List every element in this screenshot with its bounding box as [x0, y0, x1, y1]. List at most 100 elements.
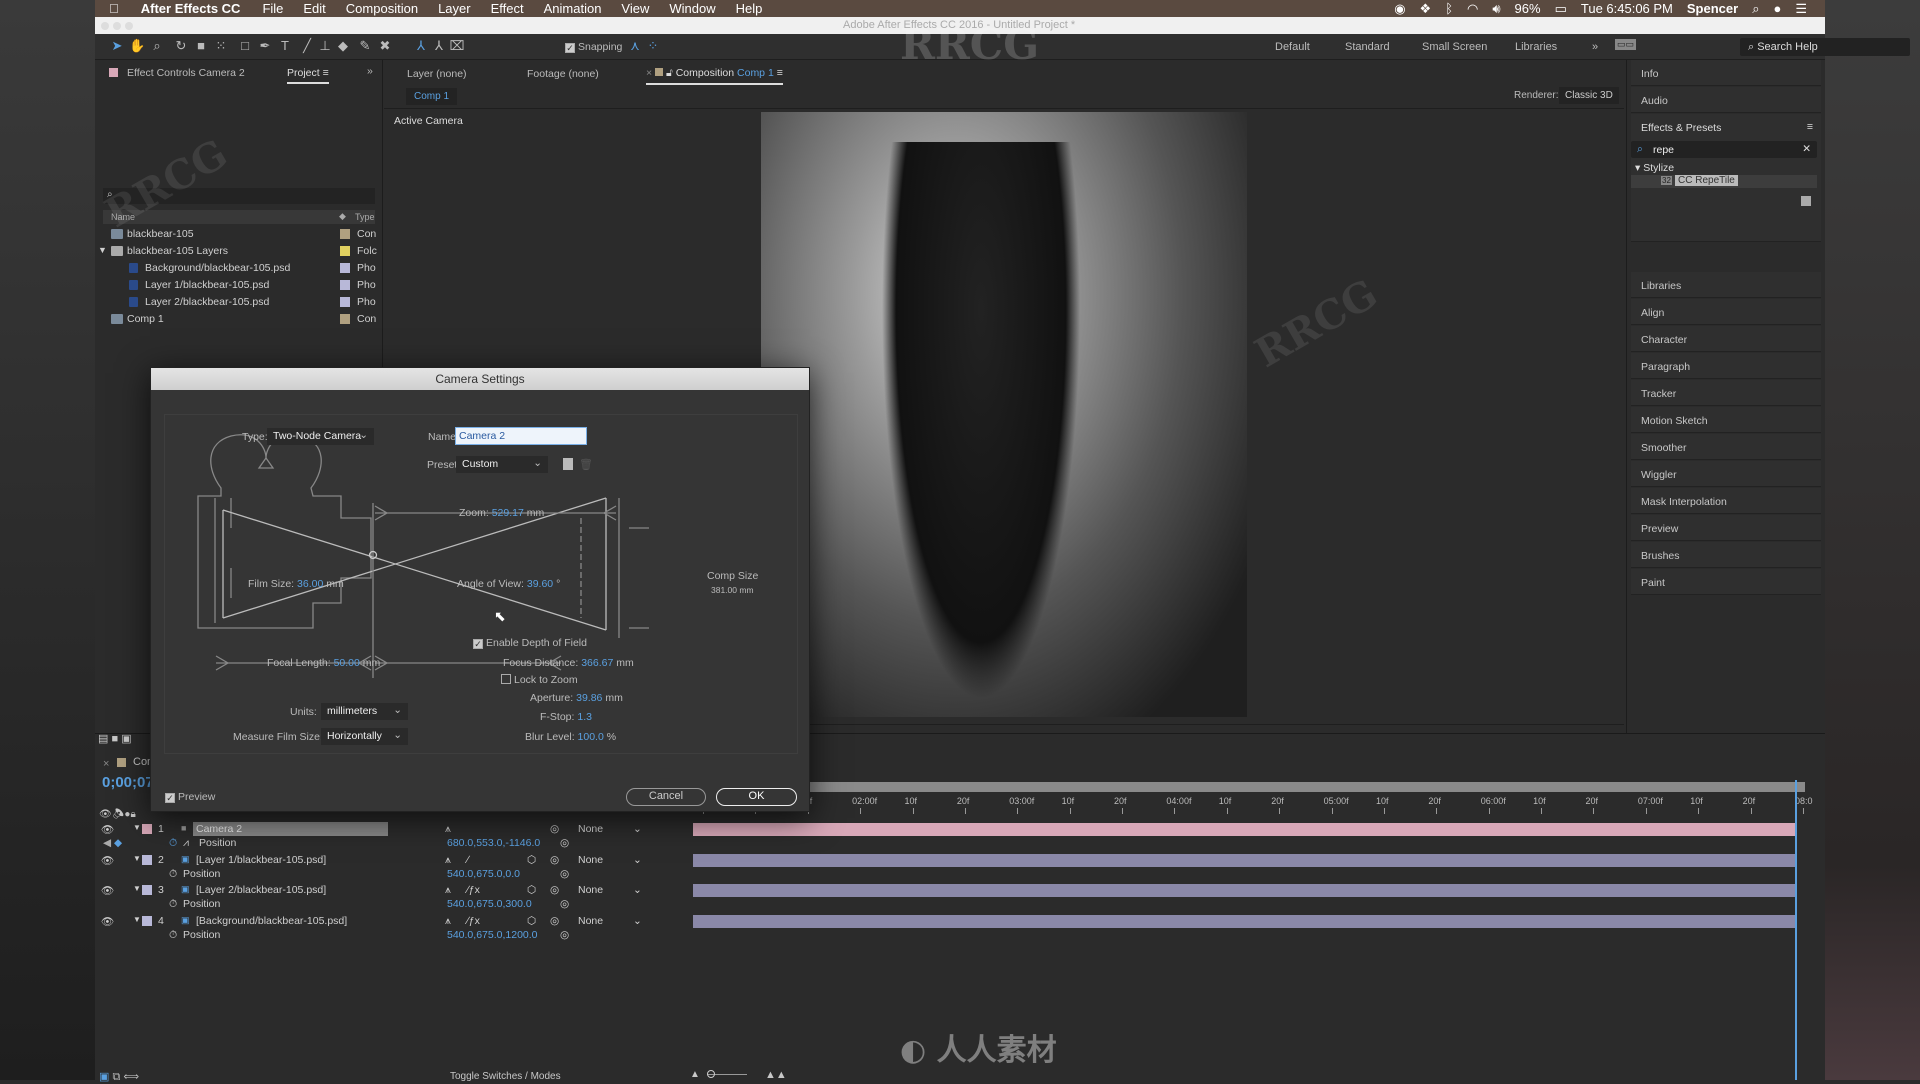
label-color[interactable]: [340, 246, 350, 256]
menu-edit[interactable]: Edit: [303, 1, 325, 16]
parent-select[interactable]: None ⌄: [578, 823, 642, 835]
pick-whip-icon[interactable]: ◎: [550, 823, 559, 835]
lock-to-zoom-checkbox[interactable]: [501, 674, 511, 684]
clear-search-icon[interactable]: ✕: [1802, 143, 1811, 155]
lock-to-zoom-toggle[interactable]: Lock to Zoom: [501, 674, 578, 686]
composition-viewer-image[interactable]: [761, 112, 1247, 717]
zoom-in-icon[interactable]: ▲▲: [765, 1069, 787, 1081]
3d-layer-icon[interactable]: ⬡: [527, 854, 536, 866]
close-timeline-tab-icon[interactable]: ×: [103, 758, 109, 770]
disclosure-triangle-icon[interactable]: ▼: [133, 915, 141, 924]
property-value[interactable]: 540.0,675.0,0.0: [447, 868, 520, 880]
project-item[interactable]: Layer 2/blackbear-105.psd Pho: [103, 294, 376, 311]
panel-wiggler[interactable]: Wiggler: [1631, 461, 1821, 487]
panel-motion-sketch[interactable]: Motion Sketch: [1631, 407, 1821, 433]
property-value[interactable]: 540.0,675.0,300.0: [447, 898, 532, 910]
new-composition-icon[interactable]: ▣: [121, 733, 131, 745]
disclosure-triangle-icon[interactable]: ▼: [133, 884, 141, 893]
menu-file[interactable]: File: [262, 1, 283, 16]
visibility-icon[interactable]: 👁︎: [101, 884, 114, 897]
playhead[interactable]: [1795, 780, 1797, 1080]
panel-align[interactable]: Align: [1631, 299, 1821, 325]
visibility-icon[interactable]: 👁︎: [99, 809, 112, 820]
project-item[interactable]: Layer 1/blackbear-105.psd Pho: [103, 277, 376, 294]
layer-name[interactable]: [Layer 1/blackbear-105.psd]: [193, 853, 393, 867]
in-out-icon[interactable]: ⟺: [123, 1071, 139, 1083]
preset-select[interactable]: Custom ⌄: [456, 456, 548, 473]
spotlight-icon[interactable]: ⌕: [1752, 1, 1759, 17]
save-preset-icon[interactable]: [563, 458, 573, 470]
camera-name-input[interactable]: [455, 427, 587, 445]
snap-features-icon[interactable]: ⁘: [645, 38, 661, 54]
layer-name[interactable]: [Layer 2/blackbear-105.psd]: [193, 883, 393, 897]
pick-whip-icon[interactable]: ◎: [550, 854, 559, 866]
layer-duration-bar[interactable]: [693, 823, 1795, 836]
new-bin-icon[interactable]: [1801, 196, 1811, 206]
puppet-pin-tool-icon[interactable]: ✖: [377, 38, 393, 54]
layer-row[interactable]: 👁︎ ▼ 3 ▣ [Layer 2/blackbear-105.psd] ⩚ ∕ƒx ⬡ ◎ No…: [95, 883, 685, 898]
workspace-small-screen[interactable]: Small Screen: [1422, 41, 1487, 53]
clone-stamp-tool-icon[interactable]: ⊥: [317, 38, 333, 54]
cancel-button[interactable]: Cancel: [626, 788, 706, 806]
layer-row[interactable]: 👁︎ ▼ 4 ▣ [Background/blackbear-105.psd] ⩚ ∕ƒx ⬡…: [95, 914, 685, 929]
parent-select[interactable]: None ⌄: [578, 915, 642, 927]
property-row[interactable]: ◀ ◆ ⏱︎ ⩘ Position 680.0,553.0,-1146.0 ◎: [95, 837, 685, 852]
layer-label-color[interactable]: [142, 885, 152, 895]
rectangle-tool-icon[interactable]: □: [237, 38, 253, 54]
label-color[interactable]: [340, 297, 350, 307]
preview-checkbox[interactable]: ✓: [165, 793, 175, 803]
menu-window[interactable]: Window: [669, 1, 715, 16]
visibility-icon[interactable]: 👁︎: [101, 823, 114, 836]
label-color[interactable]: [340, 314, 350, 324]
shy-switch-icon[interactable]: ⩚: [445, 884, 451, 897]
clock[interactable]: Tue 6:45:06 PM: [1581, 1, 1673, 16]
panel-tracker[interactable]: Tracker: [1631, 380, 1821, 406]
layer-duration-bar[interactable]: [693, 884, 1795, 897]
user-name[interactable]: Spencer: [1687, 1, 1738, 16]
panel-paragraph[interactable]: Paragraph: [1631, 353, 1821, 379]
menu-view[interactable]: View: [621, 1, 649, 16]
pick-whip-icon[interactable]: ◎: [560, 837, 569, 849]
3d-layer-icon[interactable]: ⬡: [527, 884, 536, 896]
rotate-tool-icon[interactable]: ↻: [173, 38, 189, 54]
lock-icon[interactable]: 🔓︎: [666, 67, 676, 79]
workspace-standard[interactable]: Standard: [1345, 41, 1390, 53]
property-row[interactable]: ⏱︎ Position 540.0,675.0,1200.0 ◎: [95, 929, 685, 944]
current-timecode[interactable]: 0;00;07: [102, 774, 154, 791]
zoom-window-button[interactable]: [125, 22, 133, 30]
app-menu[interactable]: After Effects CC: [141, 1, 241, 16]
panel-menu-icon[interactable]: ≡: [1807, 121, 1813, 133]
preview-toggle[interactable]: ✓ Preview: [165, 791, 215, 803]
minimize-window-button[interactable]: [113, 22, 121, 30]
layer-duration-bar[interactable]: [693, 914, 1795, 928]
stopwatch-icon[interactable]: ⏱︎: [169, 837, 177, 850]
zoom-value[interactable]: 529.17: [492, 507, 524, 519]
bluetooth-icon[interactable]: ᛒ: [1445, 1, 1453, 16]
layer-duration-bar[interactable]: [693, 853, 1795, 867]
brush-tool-icon[interactable]: ╱: [299, 38, 315, 54]
work-area-bar[interactable]: [680, 782, 1805, 792]
hand-tool-icon[interactable]: ✋: [129, 38, 145, 54]
project-item[interactable]: Comp 1 Con: [103, 311, 376, 328]
label-color[interactable]: [340, 280, 350, 290]
notification-center-icon[interactable]: ☰: [1795, 1, 1807, 17]
pick-whip-icon[interactable]: ◎: [550, 915, 559, 927]
visibility-icon[interactable]: 👁︎: [101, 854, 114, 867]
close-window-button[interactable]: [101, 22, 109, 30]
pick-whip-icon[interactable]: ◎: [560, 868, 569, 880]
column-type[interactable]: Type: [355, 212, 375, 222]
ok-button[interactable]: OK: [716, 788, 797, 806]
layer-row[interactable]: 👁︎ ▼ 1 ■ Camera 2 ⩚ ◎ None ⌄: [95, 822, 685, 837]
view-axis-mode-icon[interactable]: ⌧: [449, 38, 465, 54]
world-axis-mode-icon[interactable]: ⅄: [431, 38, 447, 54]
panel-character[interactable]: Character: [1631, 326, 1821, 352]
menu-composition[interactable]: Composition: [346, 1, 418, 16]
volume-icon[interactable]: 🔊︎: [1492, 1, 1500, 17]
roto-brush-tool-icon[interactable]: ✎: [357, 38, 373, 54]
category-stylize[interactable]: ▾ Stylize: [1635, 162, 1674, 174]
focal-length-value[interactable]: 50.00: [334, 657, 360, 669]
close-tab-icon[interactable]: ×: [646, 67, 655, 79]
renderer-select[interactable]: Classic 3D: [1559, 87, 1619, 104]
camera-tool-icon[interactable]: ■: [193, 38, 209, 54]
quality-switch-icon[interactable]: ∕ƒx: [467, 915, 480, 927]
